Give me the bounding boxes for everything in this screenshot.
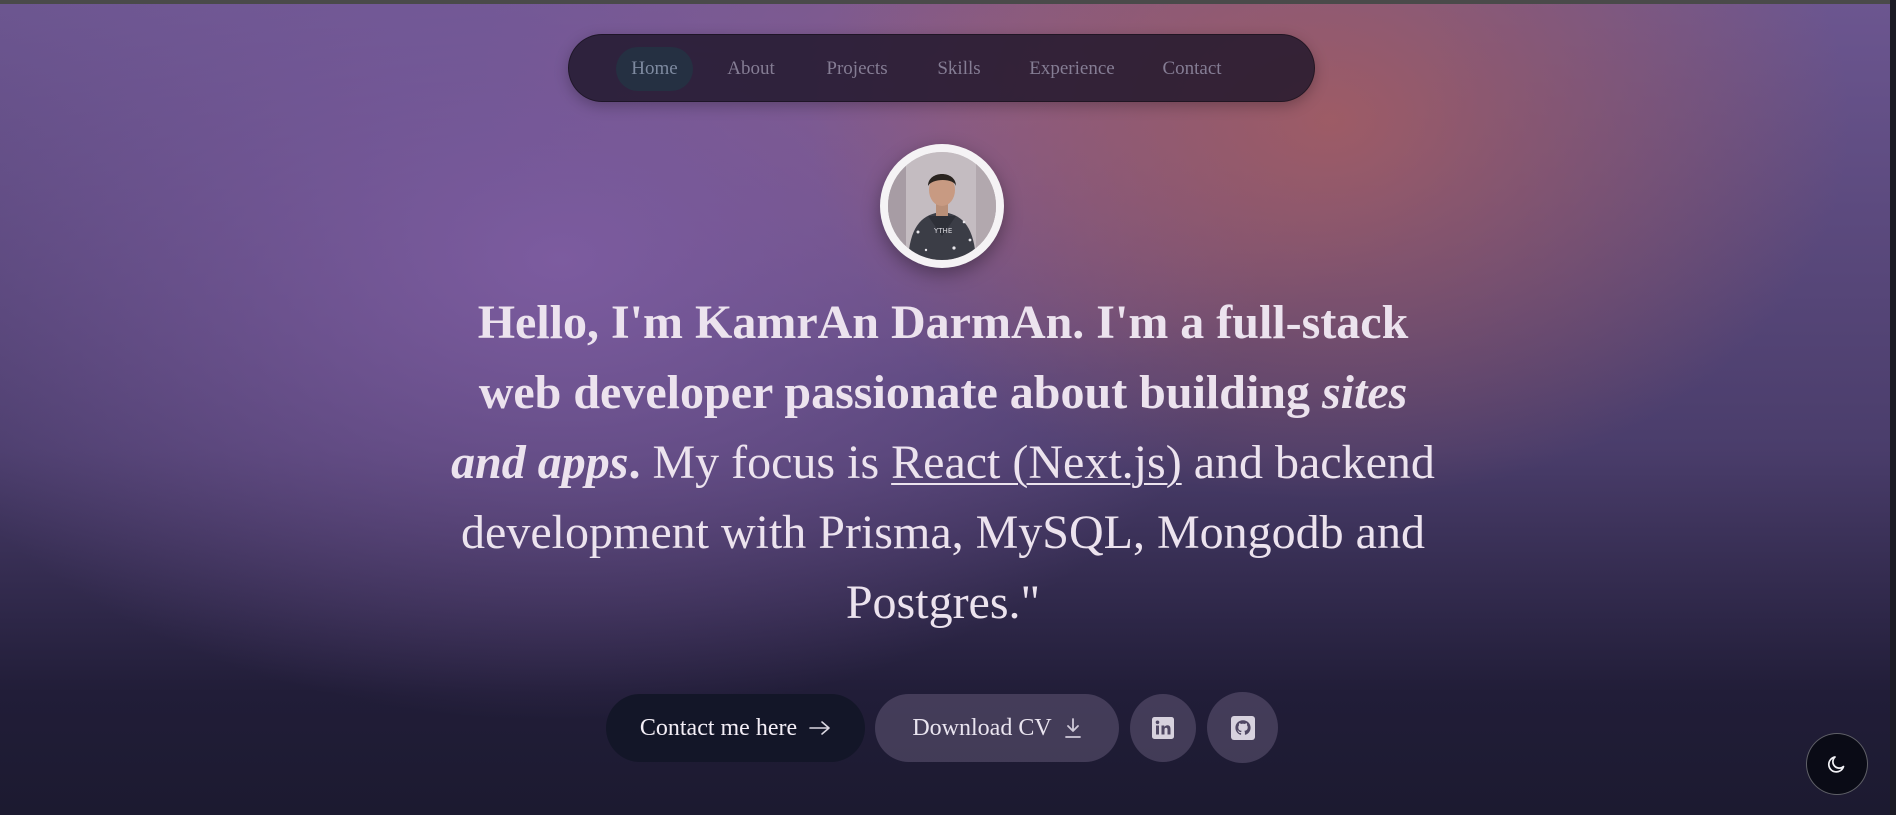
intro-text: Hello, I'm KamrAn DarmAn. I'm a full-sta… <box>440 288 1446 638</box>
contact-me-button[interactable]: Contact me here <box>606 694 865 762</box>
nav-skills[interactable]: Skills <box>926 47 992 91</box>
profile-photo-illustration: YTHE <box>888 152 996 260</box>
download-icon <box>1064 718 1081 738</box>
download-cv-button[interactable]: Download CV <box>875 694 1119 762</box>
profile-photo: YTHE <box>888 152 996 260</box>
intro-period: . <box>628 436 641 489</box>
react-nextjs-link[interactable]: React (Next.js) <box>891 436 1182 489</box>
linkedin-icon <box>1152 717 1174 739</box>
contact-me-label: Contact me here <box>639 714 798 741</box>
nav-home[interactable]: Home <box>616 47 693 91</box>
linkedin-button[interactable] <box>1130 694 1196 762</box>
theme-toggle-button[interactable] <box>1806 733 1868 795</box>
moon-icon <box>1828 756 1845 773</box>
github-button[interactable] <box>1207 692 1278 763</box>
nav-experience[interactable]: Experience <box>1018 47 1126 91</box>
intro-part4: My focus is <box>640 436 892 489</box>
nav-about[interactable]: About <box>717 47 785 91</box>
github-icon <box>1230 715 1255 740</box>
intro-part1: Hello, I'm KamrAn DarmAn. I'm a full-sta… <box>477 296 1409 419</box>
download-cv-label: Download CV <box>912 714 1052 741</box>
nav-contact[interactable]: Contact <box>1150 47 1234 91</box>
photo-shirt-text: YTHE <box>933 227 952 235</box>
browser-top-edge <box>0 0 1896 4</box>
arrow-right-icon <box>809 721 830 735</box>
page-scrollbar[interactable] <box>1890 0 1896 815</box>
nav-projects[interactable]: Projects <box>812 47 902 91</box>
main-navigation: Home About Projects Skills Experience Co… <box>568 34 1315 102</box>
avatar: YTHE <box>880 144 1004 268</box>
